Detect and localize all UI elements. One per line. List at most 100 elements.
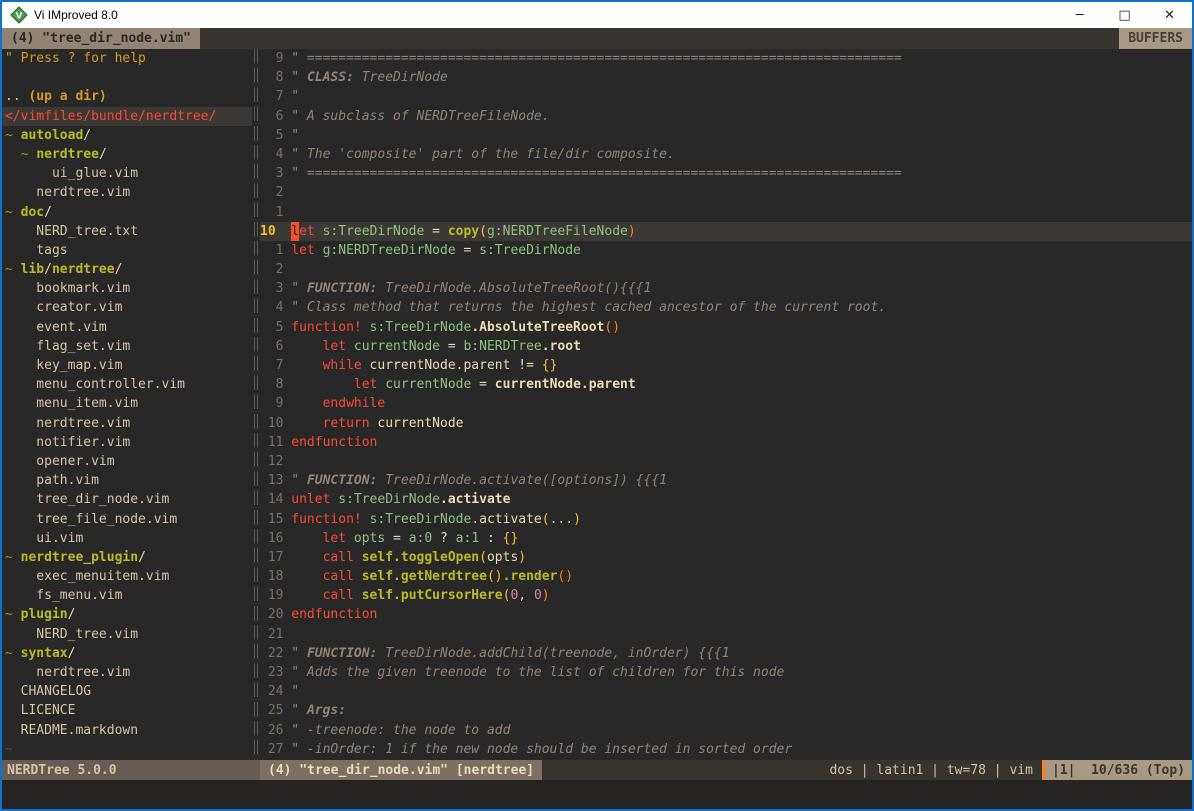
code-token: = — [385, 529, 408, 548]
window-separator[interactable] — [252, 49, 260, 760]
tree-token: / — [44, 205, 52, 220]
line-number: 1 — [260, 241, 283, 260]
code-line[interactable]: 10 return currentNode — [260, 414, 1192, 433]
tree-item[interactable]: nerdtree.vim — [5, 663, 252, 682]
code-line[interactable]: 3" FUNCTION: TreeDirNode.AbsoluteTreeRoo… — [260, 279, 1192, 298]
tree-item[interactable]: ~ nerdtree_plugin/ — [5, 548, 252, 567]
code-line[interactable]: 13" FUNCTION: TreeDirNode.activate([opti… — [260, 471, 1192, 490]
maximize-button[interactable]: □ — [1102, 2, 1147, 28]
tree-item[interactable]: NERD_tree.txt — [5, 222, 252, 241]
tree-item[interactable]: .. (up a dir) — [5, 87, 252, 106]
tree-item[interactable]: ~ nerdtree/ — [5, 145, 252, 164]
tree-item[interactable]: ~ syntax/ — [5, 644, 252, 663]
code-line[interactable]: 21 — [260, 625, 1192, 644]
code-line[interactable]: 27" -inOrder: 1 if the new node should b… — [260, 740, 1192, 759]
tree-token: fs_menu.vim — [5, 588, 122, 603]
tree-item[interactable]: ~ doc/ — [5, 203, 252, 222]
code-line[interactable]: 7" — [260, 87, 1192, 106]
code-token: unlet — [291, 490, 330, 509]
line-number: 20 — [260, 605, 283, 624]
tree-item[interactable]: flag_set.vim — [5, 337, 252, 356]
code-line[interactable]: 19 call self.putCursorHere(0, 0) — [260, 586, 1192, 605]
tree-item[interactable] — [5, 68, 252, 87]
tree-item[interactable]: path.vim — [5, 471, 252, 490]
code-line[interactable]: 18 call self.getNerdtree().render() — [260, 567, 1192, 586]
line-number: 7 — [260, 356, 283, 375]
tree-item[interactable]: ~ lib/nerdtree/ — [5, 260, 252, 279]
code-line[interactable]: 11endfunction — [260, 433, 1192, 452]
code-line[interactable]: 4" Class method that returns the highest… — [260, 298, 1192, 317]
tab-tree-dir-node[interactable]: (4) "tree_dir_node.vim" — [2, 28, 200, 49]
code-line[interactable]: 12 — [260, 452, 1192, 471]
code-token: = — [440, 337, 463, 356]
tree-item[interactable]: README.markdown — [5, 721, 252, 740]
tree-item[interactable]: fs_menu.vim — [5, 586, 252, 605]
code-line[interactable]: 22" FUNCTION: TreeDirNode.addChild(treen… — [260, 644, 1192, 663]
tree-item[interactable]: CHANGELOG — [5, 682, 252, 701]
code-line[interactable]: 3 " =====================================… — [260, 164, 1192, 183]
code-line[interactable]: 23" Adds the given treenode to the list … — [260, 663, 1192, 682]
close-button[interactable]: ✕ — [1147, 2, 1192, 28]
tree-item[interactable]: creator.vim — [5, 298, 252, 317]
code-line[interactable]: 20endfunction — [260, 605, 1192, 624]
code-line[interactable]: 8" CLASS: TreeDirNode — [260, 68, 1192, 87]
tree-item[interactable]: ui.vim — [5, 529, 252, 548]
tree-item[interactable]: menu_controller.vim — [5, 375, 252, 394]
tree-item[interactable]: bookmark.vim — [5, 279, 252, 298]
tree-root-path[interactable]: </vimfiles/bundle/nerdtree/ — [2, 107, 252, 126]
code-line[interactable]: 6 let currentNode = b:NERDTree.root — [260, 337, 1192, 356]
code-token: endwhile — [323, 394, 386, 413]
code-line[interactable]: 17 call self.toggleOpen(opts) — [260, 548, 1192, 567]
tree-item[interactable]: ui_glue.vim — [5, 164, 252, 183]
code-token — [346, 337, 354, 356]
code-line[interactable]: 7 while currentNode.parent != {} — [260, 356, 1192, 375]
tree-item[interactable]: key_map.vim — [5, 356, 252, 375]
code-line[interactable]: 14unlet s:TreeDirNode.activate — [260, 490, 1192, 509]
code-token: {} — [542, 356, 558, 375]
tree-item[interactable]: ~ autoload/ — [5, 126, 252, 145]
code-line[interactable]: 4" The 'composite' part of the file/dir … — [260, 145, 1192, 164]
code-line[interactable]: 2 — [260, 260, 1192, 279]
code-line[interactable]: 1let g:NERDTreeDirNode = s:TreeDirNode — [260, 241, 1192, 260]
code-line[interactable]: 1 — [260, 203, 1192, 222]
code-line[interactable]: 6" A subclass of NERDTreeFileNode. — [260, 107, 1192, 126]
tree-item[interactable]: exec_menuitem.vim — [5, 567, 252, 586]
code-line-current[interactable]: 10let s:TreeDirNode = copy(g:NERDTreeFil… — [260, 222, 1192, 241]
minimize-button[interactable]: ─ — [1057, 2, 1102, 28]
line-number: 3 — [260, 164, 283, 183]
code-token: function! — [291, 318, 361, 337]
tree-item[interactable]: tree_file_node.vim — [5, 510, 252, 529]
code-line[interactable]: 24" — [260, 682, 1192, 701]
code-line[interactable]: 26" -treenode: the node to add — [260, 721, 1192, 740]
code-line[interactable]: 9 endwhile — [260, 394, 1192, 413]
tree-item[interactable]: nerdtree.vim — [5, 183, 252, 202]
tree-item[interactable]: notifier.vim — [5, 433, 252, 452]
tree-item[interactable]: ~ — [5, 740, 252, 759]
code-line[interactable]: 5" — [260, 126, 1192, 145]
tree-item[interactable]: tags — [5, 241, 252, 260]
tree-item[interactable]: menu_item.vim — [5, 394, 252, 413]
code-token: " ======================================… — [291, 164, 901, 183]
tree-item[interactable]: tree_dir_node.vim — [5, 490, 252, 509]
tree-item[interactable]: opener.vim — [5, 452, 252, 471]
code-line[interactable]: 5function! s:TreeDirNode.AbsoluteTreeRoo… — [260, 318, 1192, 337]
tree-item[interactable]: ~ plugin/ — [5, 605, 252, 624]
code-token — [291, 586, 322, 605]
statusbar: NERDTree 5.0.0 (4) "tree_dir_node.vim" [… — [2, 760, 1192, 780]
code-line[interactable]: 9" =====================================… — [260, 49, 1192, 68]
tree-item[interactable]: event.vim — [5, 318, 252, 337]
tree-item[interactable]: NERD_tree.vim — [5, 625, 252, 644]
tree-token: menu_controller.vim — [5, 377, 185, 392]
code-token: TreeDirNode.addChild(treenode, inOrder) … — [377, 644, 729, 663]
code-line[interactable]: 8 let currentNode = currentNode.parent — [260, 375, 1192, 394]
code-line[interactable]: 2 — [260, 183, 1192, 202]
code-line[interactable]: 15function! s:TreeDirNode.activate(...) — [260, 510, 1192, 529]
tree-item[interactable]: LICENCE — [5, 701, 252, 720]
code-token: " — [291, 279, 307, 298]
code-line[interactable]: 16 let opts = a:0 ? a:1 : {} — [260, 529, 1192, 548]
tree-item[interactable]: " Press ? for help — [5, 49, 252, 68]
tree-token: tree_dir_node.vim — [5, 492, 169, 507]
tree-item[interactable]: nerdtree.vim — [5, 414, 252, 433]
code-line[interactable]: 25" Args: — [260, 701, 1192, 720]
tree-token: key_map.vim — [5, 358, 122, 373]
